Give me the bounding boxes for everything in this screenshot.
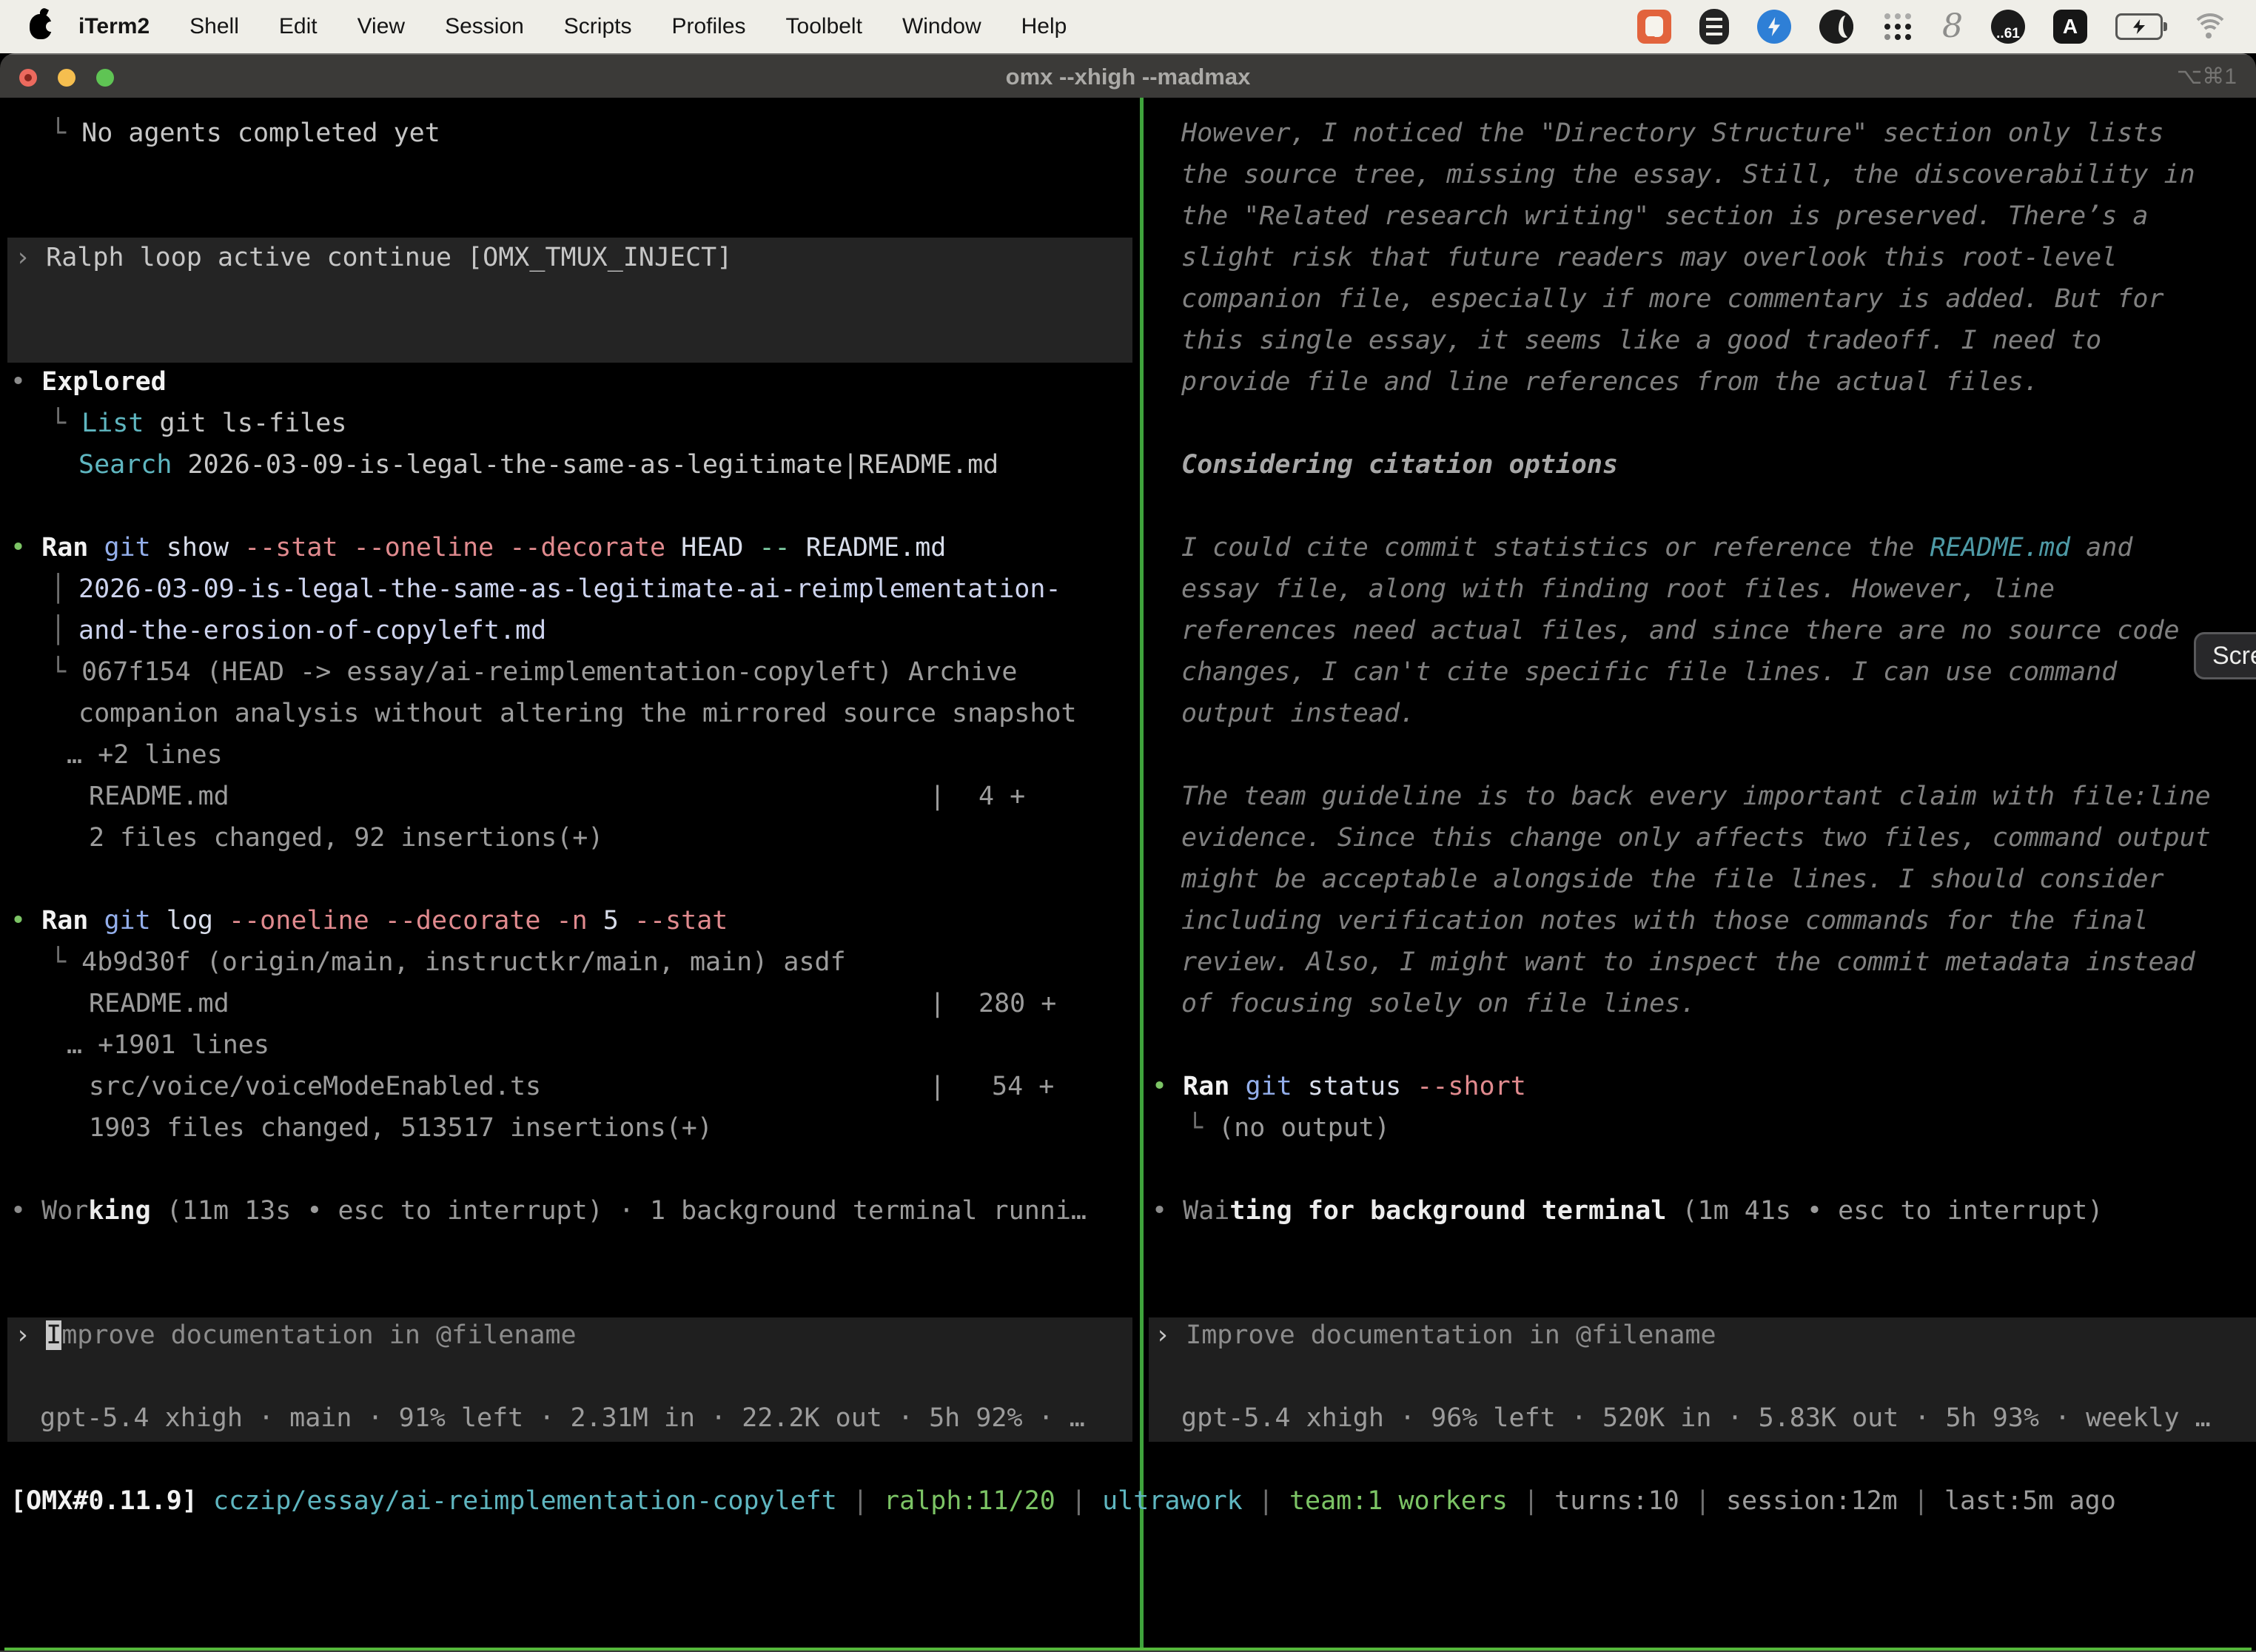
menu-item-help[interactable]: Help [1021,14,1067,39]
terminal-line: companion file, especially if more comme… [1181,278,2164,320]
terminal-line: slight risk that future readers may over… [1181,237,2117,278]
menu-item-session[interactable]: Session [445,14,524,39]
terminal-line: 2 files changed, 92 insertions(+) [89,817,603,859]
terminal-line: › Ralph loop active continue [OMX_TMUX_I… [15,237,732,278]
apple-menu-icon[interactable] [30,14,52,39]
terminal-line: gpt-5.4 xhigh · main · 91% left · 2.31M … [40,1397,1085,1439]
terminal-line: of focusing solely on file lines. [1181,983,1696,1024]
terminal-line: └ 4b9d30f (origin/main, instructkr/main,… [50,941,846,983]
terminal-line: • Working (11m 13s • esc to interrupt) ·… [10,1190,1087,1232]
terminal-line: └ No agents completed yet [50,113,440,154]
terminal-line: gpt-5.4 xhigh · 96% left · 520K in · 5.8… [1181,1397,2211,1439]
terminal-line: └ List git ls-files [50,403,346,444]
pie-circle-icon[interactable] [1819,10,1853,44]
menu-item-toolbelt[interactable]: Toolbelt [786,14,862,39]
terminal-line: the "Related research writing" section i… [1181,195,2148,237]
terminal-line: • Ran git log --oneline --decorate -n 5 … [10,900,728,941]
terminal-line: the source tree, missing the essay. Stil… [1181,154,2195,195]
menu-item-iterm2[interactable]: iTerm2 [78,14,150,39]
terminal-line: However, I noticed the "Directory Struct… [1181,113,2164,154]
dots-grid-icon[interactable] [1881,10,1914,43]
a-square-icon[interactable]: A [2053,10,2087,44]
terminal-line: essay file, along with finding root file… [1181,568,2055,610]
terminal-line: evidence. Since this change only affects… [1181,817,2211,859]
terminal-line: └ 067f154 (HEAD -> essay/ai-reimplementa… [50,651,1017,693]
terminal-line: src/voice/voiceModeEnabled.ts|54 + [89,1066,541,1107]
terminal-line: • Explored [10,361,167,403]
terminal-line: I could cite commit statistics or refere… [1181,527,2132,568]
battery-percent-icon[interactable]: ..61 [1991,10,2025,44]
terminal-line: │2026-03-09-is-legal-the-same-as-legitim… [50,568,66,610]
terminal-line: README.md|280 + [89,983,229,1024]
terminal-line: Search 2026-03-09-is-legal-the-same-as-l… [78,444,998,486]
menu-status-icons: 8 ..61 A [1637,9,2256,44]
terminal-line: might be acceptable alongside the file l… [1181,859,2164,900]
screen-share-pill-label: Scre [2212,642,2256,671]
menu-item-view[interactable]: View [357,14,405,39]
menu-item-profiles[interactable]: Profiles [671,14,745,39]
terminal-line: The team guideline is to back every impo… [1181,776,2211,817]
terminal-content[interactable]: └ No agents completed yet › Ralph loop ac… [0,98,2256,1652]
terminal-lines-layer: └ No agents completed yet › Ralph loop ac… [0,53,2256,1652]
terminal-line: • Ran git status --short [1152,1066,1526,1107]
shield-grid-icon[interactable] [1699,9,1729,44]
wifi-icon[interactable] [2191,12,2226,41]
terminal-line: └ (no output) [1187,1107,1390,1149]
terminal-line: │and-the-erosion-of-copyleft.md [50,610,66,651]
terminal-line: provide file and line references from th… [1181,361,2039,403]
terminal-line: › Improve documentation in @filename [15,1314,577,1356]
screen-share-pill[interactable]: Scre [2194,632,2256,679]
terminal-line: README.md|4 + [89,776,229,817]
battery-charging-icon[interactable] [2115,13,2163,40]
blue-bolt-icon[interactable] [1757,10,1791,44]
menu-items: iTerm2 Shell Edit View Session Scripts Profile… [52,14,1087,39]
terminal-line: › Improve documentation in @filename [1155,1314,1716,1356]
macos-menu-bar: iTerm2 Shell Edit View Session Scripts Profile… [0,0,2256,53]
terminal-line: [OMX#0.11.9] cczip/essay/ai-reimplementa… [10,1480,2116,1522]
terminal-line: … +1901 lines [67,1024,269,1066]
terminal-line: references need actual files, and since … [1181,610,2180,651]
terminal-line: Considering citation options [1181,444,1618,486]
terminal-line: changes, I can't cite specific file line… [1181,651,2117,693]
terminal-line: • Waiting for background terminal (1m 41… [1152,1190,2103,1232]
terminal-line: output instead. [1181,693,1415,734]
squiggle-8-icon[interactable]: 8 [1942,10,1963,43]
menu-item-shell[interactable]: Shell [189,14,239,39]
terminal-line: including verification notes with those … [1181,900,2148,941]
terminal-line: … +2 lines [67,734,223,776]
terminal-line: review. Also, I might want to inspect th… [1181,941,2195,983]
menu-item-scripts[interactable]: Scripts [564,14,632,39]
menu-item-edit[interactable]: Edit [279,14,318,39]
terminal-line: 1903 files changed, 513517 insertions(+) [89,1107,713,1149]
menu-item-window[interactable]: Window [902,14,981,39]
iterm2-window: omx --xhigh --madmax ⌥⌘1 └ No agents com… [0,53,2256,1652]
chat-app-icon[interactable] [1637,10,1671,44]
terminal-line: companion analysis without altering the … [78,693,1077,734]
terminal-line: this single essay, it seems like a good … [1181,320,2101,361]
terminal-line: • Ran git show --stat --oneline --decora… [10,527,946,568]
